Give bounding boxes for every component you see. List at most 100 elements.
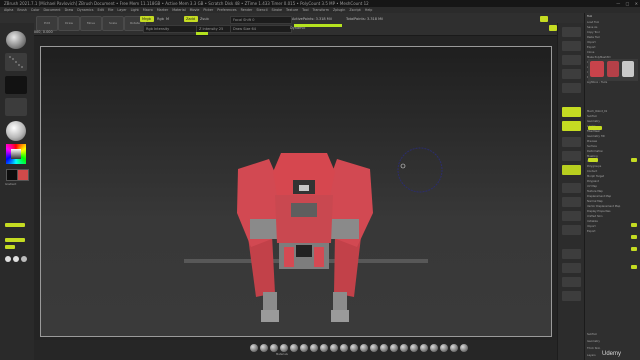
palette-item-paste-tool[interactable]: Paste Tool [587, 36, 639, 40]
xyz-rotate-button[interactable] [562, 165, 581, 175]
material-sphere-icon[interactable] [440, 344, 448, 352]
palette-item-import[interactable]: Import [587, 41, 639, 45]
palette-item-deformation[interactable]: Deformation [587, 150, 639, 154]
palette-bottom-subtool[interactable]: SubTool [587, 333, 639, 337]
palette-item-preview[interactable]: Preview [587, 140, 639, 144]
lsym-button[interactable] [562, 151, 581, 161]
alpha-thumbnail[interactable] [5, 76, 27, 94]
mesh-thumbnail-icon[interactable] [622, 61, 634, 77]
rgb-intensity-slider[interactable]: Rgb Intensity [143, 25, 199, 33]
palette-item-copy-tool[interactable]: Copy Tool [587, 31, 639, 35]
palette-accent-5[interactable] [631, 235, 637, 239]
toolbar-toggle-button[interactable] [540, 16, 548, 22]
material-sphere-icon[interactable] [310, 344, 318, 352]
material-sphere-icon[interactable] [380, 344, 388, 352]
palette-accent-1[interactable] [588, 126, 602, 130]
robot-thumbnail-icon[interactable] [590, 61, 604, 77]
close-icon[interactable]: ✕ [635, 0, 638, 7]
tool-thumbnails[interactable] [588, 59, 638, 81]
spix-button[interactable] [562, 41, 581, 51]
palette-item-geometry[interactable]: Geometry [587, 120, 639, 124]
brush-preset-icon-2[interactable] [13, 256, 19, 262]
draw-mode-button[interactable]: Draw [58, 16, 80, 31]
frame-button[interactable] [562, 183, 581, 193]
material-sphere-icon[interactable] [400, 344, 408, 352]
minimize-icon[interactable]: — [616, 0, 620, 7]
material-sphere-icon[interactable] [430, 344, 438, 352]
palette-item-subtool[interactable]: SubTool [587, 115, 639, 119]
scale-mode-button[interactable]: Scale [102, 16, 124, 31]
persp-button[interactable] [562, 107, 581, 117]
material-sphere-icon[interactable] [390, 344, 398, 352]
palette-accent-2[interactable] [588, 158, 598, 162]
material-sphere-icon[interactable] [290, 344, 298, 352]
palette-item-load-tool[interactable]: Load Tool [587, 21, 639, 25]
stroke-thumbnail[interactable] [5, 53, 27, 71]
palette-item-contact[interactable]: Contact [587, 170, 639, 174]
floor-button[interactable] [562, 121, 581, 131]
palette-item-normal-map[interactable]: Normal Map [587, 200, 639, 204]
move-mode-button[interactable]: Move [80, 16, 102, 31]
material-sphere-icon[interactable] [420, 344, 428, 352]
material-sphere-icon[interactable] [340, 344, 348, 352]
material-sphere-icon[interactable] [360, 344, 368, 352]
palette-item-vector-displacement-map[interactable]: Vector Displacement Map [587, 205, 639, 209]
palette-item-texture-map[interactable]: Texture Map [587, 190, 639, 194]
local-button[interactable] [562, 137, 581, 147]
focal-shift-slider[interactable]: Focal Shift 0 [230, 16, 292, 24]
maximize-icon[interactable]: □ [626, 0, 630, 7]
material-sphere-icon[interactable] [300, 344, 308, 352]
alternate-button[interactable] [5, 238, 25, 242]
material-sphere-icon[interactable] [270, 344, 278, 352]
polyf-button[interactable] [562, 263, 581, 273]
palette-item-morph-target[interactable]: Morph Target [587, 175, 639, 179]
palette-item-mech-robot-01[interactable]: Mech_Robot_01 [587, 110, 639, 114]
material-sphere-icon[interactable] [320, 344, 328, 352]
palette-item-save-as[interactable]: Save As [587, 26, 639, 30]
palette-item-fibermesh[interactable]: FiberMesh [587, 130, 639, 134]
brush-sphere-icon[interactable] [6, 31, 26, 49]
m-label[interactable]: M [166, 16, 169, 22]
palette-item-clone[interactable]: Clone [587, 51, 639, 55]
secondary-color-swatch[interactable] [17, 169, 29, 181]
material-sphere-icon[interactable] [450, 344, 458, 352]
palette-item-lightbox-tools[interactable]: Lightbox › Tools [587, 81, 639, 85]
palette-item-export[interactable]: Export [587, 46, 639, 50]
rotate-view-button[interactable] [562, 225, 581, 235]
palette-item-surface[interactable]: Surface [587, 145, 639, 149]
material-sphere-icon[interactable] [350, 344, 358, 352]
palette-item-export[interactable]: Export [587, 230, 639, 234]
actual-button[interactable] [562, 83, 581, 93]
palette-item-geometry-hd[interactable]: Geometry HD [587, 135, 639, 139]
material-sphere-icon[interactable] [260, 344, 268, 352]
toolbar-mode-button[interactable] [549, 25, 557, 31]
palette-item-polygroups[interactable]: Polygroups [587, 165, 639, 169]
switchcolor-button[interactable] [5, 223, 25, 227]
rgb-label[interactable]: Rgb [157, 16, 164, 22]
palette-accent-3[interactable] [631, 158, 637, 162]
robot-thumbnail-icon-2[interactable] [607, 61, 619, 77]
material-sphere-icon[interactable] [6, 121, 26, 141]
scroll-button[interactable] [562, 55, 581, 65]
robot-model[interactable] [41, 47, 551, 336]
zoom-view-button[interactable] [562, 211, 581, 221]
palette-item-displacement-map[interactable]: Displacement Map [587, 195, 639, 199]
material-sphere-icon[interactable] [460, 344, 468, 352]
palette-accent-4[interactable] [631, 223, 637, 227]
line-fill-button[interactable] [562, 249, 581, 259]
material-sphere-icon[interactable] [370, 344, 378, 352]
palette-item-polypaint[interactable]: Polypaint [587, 180, 639, 184]
palette-item-unified-skin[interactable]: Unified Skin [587, 215, 639, 219]
alt-mode-button[interactable] [5, 245, 15, 249]
material-sphere-icon[interactable] [280, 344, 288, 352]
solo-button[interactable] [562, 291, 581, 301]
draw-size-slider[interactable]: Draw Size 64 [230, 25, 292, 33]
zsub-label[interactable]: Zsub [200, 16, 209, 22]
document-canvas[interactable] [40, 46, 552, 337]
transp-button[interactable] [562, 277, 581, 287]
palette-item-display-properties[interactable]: Display Properties [587, 210, 639, 214]
palette-bottom-geometry[interactable]: Geometry [587, 340, 639, 344]
move-view-button[interactable] [562, 197, 581, 207]
material-sphere-icon[interactable] [330, 344, 338, 352]
color-picker-icon[interactable] [6, 144, 26, 164]
